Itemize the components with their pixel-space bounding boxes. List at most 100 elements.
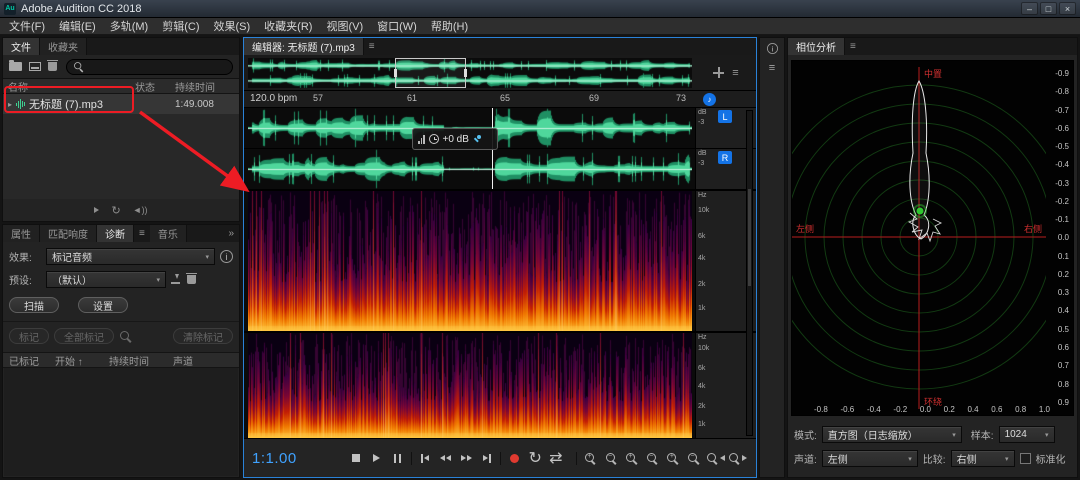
zoom-out-button[interactable]: − <box>601 448 622 468</box>
open-file-icon[interactable] <box>9 62 22 71</box>
skip-forward-button[interactable] <box>477 448 498 468</box>
zoom-selection-left-button[interactable] <box>704 448 726 468</box>
pause-button[interactable] <box>387 448 408 468</box>
close-button[interactable]: × <box>1059 2 1076 15</box>
menu-clip[interactable]: 剪辑(C) <box>155 18 206 34</box>
rewind-button[interactable] <box>435 448 456 468</box>
column-name[interactable]: 名称 <box>3 79 135 94</box>
strip-menu-icon[interactable]: ≡ <box>769 62 775 74</box>
play-button[interactable] <box>366 448 387 468</box>
tab-files[interactable]: 文件 <box>3 38 40 55</box>
expand-icon[interactable]: ▸ <box>8 100 12 109</box>
effect-select[interactable]: 标记音频 ▾ <box>46 248 215 265</box>
record-button[interactable] <box>504 448 525 468</box>
normalize-checkbox[interactable] <box>1020 453 1031 464</box>
tab-favorites[interactable]: 收藏夹 <box>40 38 87 55</box>
preset-select[interactable]: （默认） ▾ <box>46 271 166 288</box>
loop-icon[interactable]: ↻ <box>111 204 120 217</box>
timeline-ruler[interactable]: 120.0 bpm 57 61 65 69 73 ♪ <box>244 91 756 108</box>
maximize-button[interactable]: □ <box>1040 2 1057 15</box>
menu-window[interactable]: 窗口(W) <box>370 18 424 34</box>
time-display[interactable]: 1:1.00 <box>252 450 346 467</box>
y-tick: 0.3 <box>1058 288 1069 297</box>
menu-multitrack[interactable]: 多轨(M) <box>103 18 156 34</box>
ruler-tick: 65 <box>500 93 510 103</box>
vertical-zoom-scrollbar[interactable] <box>746 110 753 436</box>
column-marked[interactable]: 已标记 <box>9 353 55 368</box>
left-channel-button[interactable]: L <box>718 110 732 123</box>
zoom-in-button[interactable]: + <box>580 448 601 468</box>
menu-favorites[interactable]: 收藏夹(R) <box>257 18 319 34</box>
menu-effects[interactable]: 效果(S) <box>207 18 258 34</box>
tab-diagnostics[interactable]: 诊断 <box>97 225 134 242</box>
tab-match-loudness[interactable]: 匹配响度 <box>40 225 97 242</box>
scan-button[interactable]: 扫描 <box>9 297 59 313</box>
delete-icon[interactable] <box>48 62 57 71</box>
column-channel[interactable]: 声道 <box>173 353 233 368</box>
volume-hud[interactable]: +0 dB <box>412 128 498 150</box>
menu-view[interactable]: 视图(V) <box>319 18 370 34</box>
column-start[interactable]: 开始 ↑ <box>55 353 109 368</box>
mark-button[interactable]: 标记 <box>9 328 49 344</box>
spectrogram-right-canvas[interactable] <box>248 333 692 438</box>
panel-menu-icon[interactable]: ≡ <box>134 225 150 242</box>
panel-menu-icon[interactable]: ≡ <box>845 38 861 55</box>
sort-ascending-icon: ↑ <box>78 357 83 368</box>
zoom-out-vertical-button[interactable]: − <box>683 448 704 468</box>
zoom-in-vertical-button[interactable]: + <box>663 448 684 468</box>
save-preset-icon[interactable] <box>171 274 182 285</box>
overview-menu-icon[interactable]: ≡ <box>732 67 738 79</box>
zoom-to-marker-icon[interactable] <box>119 330 132 343</box>
collapsed-panel-icon[interactable] <box>766 43 777 54</box>
minimize-button[interactable]: – <box>1021 2 1038 15</box>
speaker-icon[interactable]: ◄)) <box>133 205 148 215</box>
pan-icon[interactable] <box>713 67 724 78</box>
freq-scale-tick: 2k <box>698 403 705 410</box>
column-duration[interactable]: 持续时间 <box>109 353 173 368</box>
effect-value: 标记音频 <box>52 249 201 264</box>
compare-select[interactable]: 右侧 ▾ <box>951 450 1015 467</box>
file-row[interactable]: ▸ 无标题 (7).mp3 1:49.008 <box>3 94 239 114</box>
samples-select[interactable]: 1024 ▾ <box>999 426 1055 443</box>
menu-edit[interactable]: 编辑(E) <box>52 18 103 34</box>
menu-help[interactable]: 帮助(H) <box>424 18 475 34</box>
skip-back-button[interactable] <box>415 448 436 468</box>
spectrogram-left-canvas[interactable] <box>248 191 692 331</box>
tab-overflow-icon[interactable]: » <box>223 225 239 242</box>
stop-button[interactable] <box>346 448 367 468</box>
panel-menu-icon[interactable]: ≡ <box>364 38 380 55</box>
x-tick: -0.4 <box>867 405 881 414</box>
search-input[interactable] <box>66 59 233 75</box>
fast-forward-button[interactable] <box>456 448 477 468</box>
phase-dot <box>917 208 924 215</box>
loop-playback-button[interactable]: ↻ <box>525 448 546 468</box>
tab-phase-analysis[interactable]: 相位分析 <box>788 38 845 55</box>
tab-music[interactable]: 音乐 <box>150 225 187 242</box>
column-status[interactable]: 状态 <box>135 79 175 94</box>
column-duration[interactable]: 持续时间 <box>175 79 239 94</box>
mode-select[interactable]: 直方图（日志缩放） ▾ <box>822 426 962 443</box>
overview-range-selector[interactable] <box>395 58 466 88</box>
clear-marks-button[interactable]: 清除标记 <box>173 328 233 344</box>
mode-value: 直方图（日志缩放） <box>828 427 948 442</box>
delete-preset-icon[interactable] <box>187 275 196 284</box>
zoom-selection-right-button[interactable] <box>726 448 748 468</box>
freq-scale-tick: 1k <box>698 305 705 312</box>
preview-play-icon[interactable] <box>94 207 99 213</box>
import-icon[interactable] <box>29 62 41 71</box>
skip-selection-button[interactable]: ⇄ <box>545 448 566 468</box>
tab-properties[interactable]: 属性 <box>3 225 40 242</box>
zoom-out-horizontal-button[interactable]: − <box>642 448 663 468</box>
overview-waveform-canvas[interactable] <box>248 58 692 88</box>
menu-file[interactable]: 文件(F) <box>2 18 52 34</box>
right-channel-button[interactable]: R <box>718 151 732 164</box>
tab-editor[interactable]: 编辑器: 无标题 (7).mp3 <box>244 38 364 55</box>
info-icon[interactable] <box>220 250 233 263</box>
channel-select[interactable]: 左侧 ▾ <box>822 450 918 467</box>
waveform-right-canvas[interactable] <box>248 149 692 189</box>
pin-icon[interactable] <box>473 135 482 144</box>
settings-button[interactable]: 设置 <box>78 297 128 313</box>
mark-all-button[interactable]: 全部标记 <box>54 328 114 344</box>
metronome-button[interactable]: ♪ <box>703 93 716 106</box>
zoom-in-horizontal-button[interactable]: + <box>621 448 642 468</box>
